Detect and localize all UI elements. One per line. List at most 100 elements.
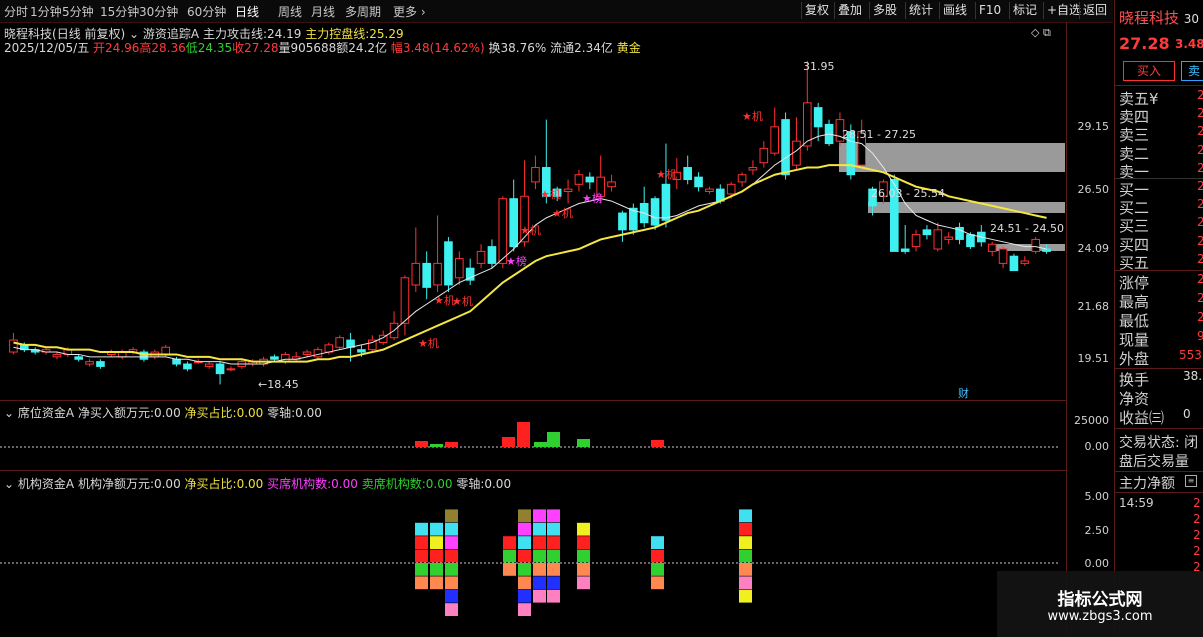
watermark: 指标公式网 www.zbgs3.com [997,571,1203,637]
axis-label: 24.09 [1077,242,1110,255]
cai-label: 财 [958,386,969,400]
ji-marker: ★机 [552,206,573,220]
zone-label: 28.51 - 27.25 [842,128,916,141]
watermark-url: www.zbgs3.com [1047,609,1153,624]
toolbar-item-5[interactable]: 60分钟 [187,3,226,20]
buy-button[interactable]: 买入 [1123,61,1175,81]
candle [433,215,442,293]
candle [107,349,116,357]
tick-time: 14:59 [1119,496,1154,510]
inst-block [577,549,590,563]
seat-bar [517,422,530,447]
toolbar-button-7[interactable]: +自选 [1043,2,1084,19]
toolbar-button-3[interactable]: 统计 [905,2,936,19]
watermark-title: 指标公式网 [1057,590,1143,610]
toolbar-item-2[interactable]: 5分钟 [62,3,94,20]
inst-block [547,509,560,523]
ji-marker: ★机 [540,187,561,201]
stat-row: 最高2 [1119,291,1203,311]
inst-block [518,549,531,563]
panel2-name[interactable]: 席位资金A [18,406,74,420]
candle [335,335,344,350]
inst-block [518,522,531,536]
panel3-buy-value: 0.00 [331,477,358,491]
toolbar-item-8[interactable]: 月线 [311,3,335,20]
high-label: 31.95 [803,60,835,73]
inst-block [518,563,531,576]
panel2-zero-value: 0.00 [295,406,322,420]
kline-chart[interactable]: 31.95 ←18.45 28.51 - 27.25 26.03 - 25.54 24.… [0,22,1066,637]
inst-block [503,549,516,563]
toolbar-item-4[interactable]: 30分钟 [139,3,178,20]
candle [683,155,692,185]
candle [291,352,301,362]
candle [476,244,486,269]
list-icon[interactable]: ≡ [1185,475,1197,487]
inst-block [739,563,752,576]
candle [422,251,431,300]
candle [705,186,714,194]
seat-bar [534,442,547,447]
inst-block [651,536,664,549]
zone-label: 24.51 - 24.50 [990,222,1064,235]
divider [1115,492,1203,493]
inst-block [445,576,458,590]
panel3-sell-value: 0.00 [425,477,453,491]
toolbar-item-7[interactable]: 周线 [278,3,302,20]
candle [183,361,192,372]
candle [139,349,149,362]
chevron-down-icon[interactable]: ⌄ [4,406,14,420]
toolbar-button-0[interactable]: 复权 [801,2,832,19]
divider [0,470,1066,471]
candle [400,275,410,336]
inst-block [739,549,752,563]
stat-row: 涨停2 [1119,272,1203,292]
candle [215,361,225,385]
main-net-label[interactable]: 主力净额 [1119,473,1175,493]
inst-block [518,589,531,603]
inst-block [651,563,664,576]
candle [574,169,584,192]
toolbar-item-3[interactable]: 15分钟 [100,3,139,20]
candle [661,143,671,228]
stat-row: 换手 38. [1119,369,1203,389]
panel3-name[interactable]: 机构资金A [18,477,74,491]
panel2-header: ⌄ 席位资金A 净买入额万元:0.00 净买占比:0.00 零轴:0.00 [4,404,322,421]
toolbar-item-1[interactable]: 1分钟 [30,3,62,20]
axis-label: 21.68 [1077,300,1110,313]
sell-button[interactable]: 卖 [1181,61,1203,81]
candle [1031,237,1040,254]
inst-block [577,576,590,590]
inst-block [518,536,531,549]
trade-status: 交易状态: 闭 [1119,435,1199,451]
toolbar-item-10[interactable]: 更多 › [393,3,426,20]
toolbar-item-6[interactable]: 日线 [235,3,259,20]
toolbar-button-1[interactable]: 叠加 [834,2,865,19]
inst-block [445,603,458,616]
seat-bar [547,432,560,447]
axis-label: 0.00 [1084,440,1110,453]
toolbar-item-9[interactable]: 多周期 [345,3,381,20]
toolbar-button-5[interactable]: F10 [975,2,1004,19]
divider [1115,428,1203,429]
toolbar-button-6[interactable]: 标记 [1009,2,1040,19]
candle [748,160,758,175]
inst-block [533,536,546,549]
inst-block [503,563,516,576]
chevron-down-icon[interactable]: ⌄ [4,477,14,491]
candle [455,251,464,285]
ji-marker: ★机 [418,336,439,350]
inst-block [430,536,443,549]
candle [96,359,105,369]
inst-block [518,576,531,590]
inst-block [533,563,546,576]
candle [30,347,40,355]
ji-marker: ★机 [742,109,763,123]
resistance-zone [839,143,1065,172]
axis-label: 5.00 [1084,490,1110,503]
toolbar-button-4[interactable]: 画线 [939,2,970,19]
toolbar-item-0[interactable]: 分时 [4,3,28,20]
toolbar-button-2[interactable]: 多股 [869,2,900,19]
panel2-zero-label: 零轴: [267,406,296,420]
toolbar-button-8[interactable]: 返回 [1079,2,1110,19]
